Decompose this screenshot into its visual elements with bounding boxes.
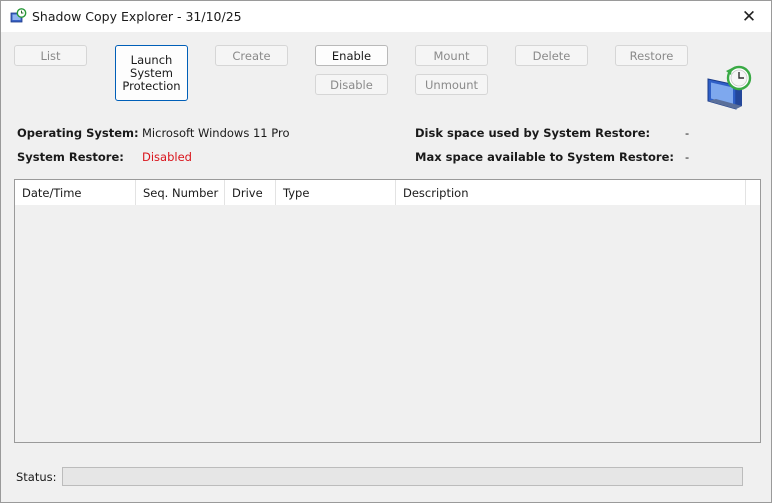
create-button[interactable]: Create — [215, 45, 288, 66]
enable-button[interactable]: Enable — [315, 45, 388, 66]
close-icon: ✕ — [741, 6, 757, 27]
column-header-description[interactable]: Description — [396, 180, 746, 205]
status-label: Status: — [16, 470, 57, 484]
delete-button[interactable]: Delete — [515, 45, 588, 66]
max-space-value: - — [685, 150, 690, 164]
column-header-drive[interactable]: Drive — [225, 180, 276, 205]
max-space-label: Max space available to System Restore: — [415, 150, 674, 164]
system-restore-icon — [707, 65, 752, 110]
launch-system-protection-button[interactable]: Launch System Protection — [115, 45, 188, 101]
disk-used-label: Disk space used by System Restore: — [415, 126, 651, 140]
restore-point-icon — [10, 8, 27, 23]
unmount-button[interactable]: Unmount — [415, 74, 488, 95]
os-value: Microsoft Windows 11 Pro — [142, 126, 290, 140]
list-header: Date/Time Seq. Number Drive Type Descrip… — [15, 180, 760, 205]
close-button[interactable]: ✕ — [727, 1, 771, 32]
shadow-copy-list[interactable]: Date/Time Seq. Number Drive Type Descrip… — [14, 179, 761, 443]
main-panel: List Launch System Protection Create Ena… — [1, 32, 771, 502]
app-window: Shadow Copy Explorer - 31/10/25 ✕ List L… — [0, 0, 772, 503]
restore-button[interactable]: Restore — [615, 45, 688, 66]
column-header-filler — [746, 180, 760, 205]
disk-used-value: - — [685, 126, 690, 140]
column-header-seq-number[interactable]: Seq. Number — [136, 180, 225, 205]
mount-button[interactable]: Mount — [415, 45, 488, 66]
os-label: Operating System: — [17, 126, 139, 140]
title-bar: Shadow Copy Explorer - 31/10/25 ✕ — [1, 1, 771, 32]
window-title: Shadow Copy Explorer - 31/10/25 — [32, 9, 242, 24]
system-restore-label: System Restore: — [17, 150, 124, 164]
disable-button[interactable]: Disable — [315, 74, 388, 95]
column-header-type[interactable]: Type — [276, 180, 396, 205]
column-header-datetime[interactable]: Date/Time — [15, 180, 136, 205]
status-field — [62, 467, 743, 486]
list-button[interactable]: List — [14, 45, 87, 66]
system-restore-status: Disabled — [142, 150, 192, 164]
